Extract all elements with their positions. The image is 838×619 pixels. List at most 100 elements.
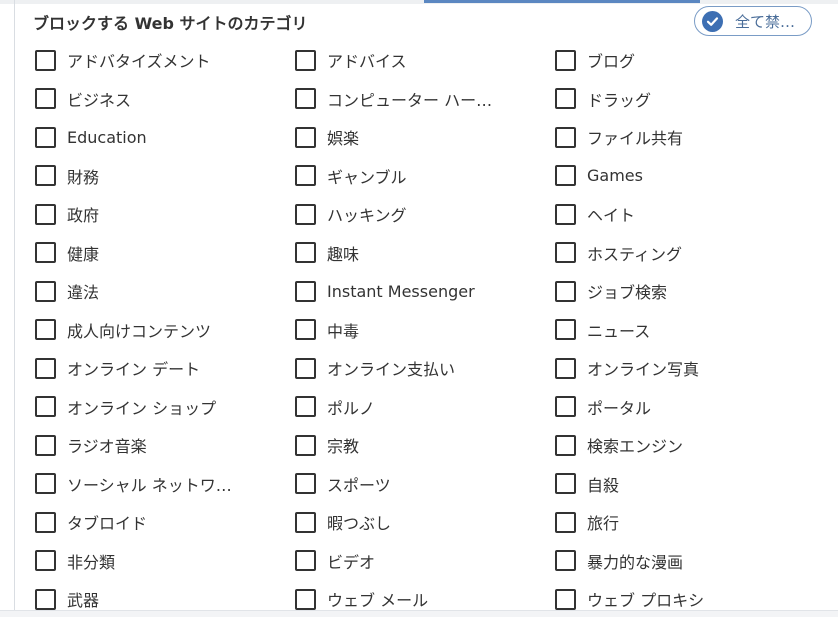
category-checkbox[interactable] [295, 242, 316, 264]
category-checkbox[interactable] [555, 49, 576, 71]
category-option[interactable]: ドラッグ [555, 87, 815, 111]
category-option[interactable]: 政府 [35, 202, 295, 226]
category-checkbox[interactable] [295, 49, 316, 71]
category-option[interactable]: ウェブ プロキシ [555, 587, 815, 611]
category-option[interactable]: ラジオ音楽 [35, 433, 295, 457]
category-checkbox[interactable] [35, 434, 56, 456]
category-checkbox[interactable] [295, 88, 316, 110]
category-checkbox[interactable] [295, 588, 316, 610]
category-option[interactable]: 暴力的な漫画 [555, 549, 815, 573]
category-option[interactable]: ホスティング [555, 241, 815, 265]
category-option[interactable]: 違法 [35, 279, 295, 303]
category-label: Education [67, 127, 147, 147]
category-option[interactable]: 暇つぶし [295, 510, 555, 534]
category-option[interactable]: スポーツ [295, 472, 555, 496]
category-checkbox[interactable] [555, 319, 576, 341]
category-checkbox[interactable] [295, 126, 316, 148]
category-option[interactable]: 検索エンジン [555, 433, 815, 457]
category-checkbox[interactable] [295, 550, 316, 572]
category-option[interactable]: ビデオ [295, 549, 555, 573]
category-option[interactable]: ソーシャル ネットワ… [35, 472, 295, 496]
category-option[interactable]: オンライン写真 [555, 356, 815, 380]
category-checkbox[interactable] [35, 242, 56, 264]
category-checkbox[interactable] [35, 280, 56, 302]
category-option[interactable]: 中毒 [295, 318, 555, 342]
category-option[interactable]: オンライン ショップ [35, 395, 295, 419]
category-option[interactable]: 自殺 [555, 472, 815, 496]
category-checkbox[interactable] [35, 49, 56, 71]
category-option[interactable]: ハッキング [295, 202, 555, 226]
category-option[interactable]: 旅行 [555, 510, 815, 534]
category-label: ポータル [587, 398, 652, 418]
category-option[interactable]: 趣味 [295, 241, 555, 265]
category-checkbox[interactable] [555, 203, 576, 225]
category-option[interactable]: アドバイス [295, 48, 555, 72]
category-checkbox[interactable] [35, 319, 56, 341]
category-option[interactable]: ブログ [555, 48, 815, 72]
category-checkbox[interactable] [555, 242, 576, 264]
category-checkbox[interactable] [555, 434, 576, 456]
category-option[interactable]: オンライン デート [35, 356, 295, 380]
category-option[interactable]: ポルノ [295, 395, 555, 419]
category-label: 財務 [67, 167, 100, 187]
category-checkbox[interactable] [295, 434, 316, 456]
category-checkbox[interactable] [555, 126, 576, 148]
category-option[interactable]: 非分類 [35, 549, 295, 573]
category-option[interactable]: 武器 [35, 587, 295, 611]
category-checkbox[interactable] [555, 280, 576, 302]
category-checkbox[interactable] [295, 396, 316, 418]
category-checkbox[interactable] [295, 165, 316, 187]
category-option[interactable]: ポータル [555, 395, 815, 419]
category-checkbox[interactable] [555, 473, 576, 495]
category-option[interactable]: ファイル共有 [555, 125, 815, 149]
category-option[interactable]: ニュース [555, 318, 815, 342]
category-option[interactable]: タブロイド [35, 510, 295, 534]
category-option[interactable]: Games [555, 165, 815, 187]
category-option[interactable]: ジョブ検索 [555, 279, 815, 303]
category-checkbox[interactable] [295, 473, 316, 495]
category-option[interactable]: アドバタイズメント [35, 48, 295, 72]
category-checkbox[interactable] [295, 511, 316, 533]
category-checkbox[interactable] [555, 357, 576, 379]
category-checkbox[interactable] [555, 396, 576, 418]
category-option[interactable]: 健康 [35, 241, 295, 265]
category-checkbox[interactable] [555, 511, 576, 533]
category-option[interactable]: ギャンブル [295, 164, 555, 188]
category-option[interactable]: 成人向けコンテンツ [35, 318, 295, 342]
category-checkbox[interactable] [35, 126, 56, 148]
category-option[interactable]: Instant Messenger [295, 280, 555, 302]
category-option[interactable]: ウェブ メール [295, 587, 555, 611]
category-label: ヘイト [587, 206, 636, 226]
category-option[interactable]: 娯楽 [295, 125, 555, 149]
category-option[interactable]: Education [35, 126, 295, 148]
category-option[interactable]: ヘイト [555, 202, 815, 226]
category-checkbox[interactable] [555, 165, 576, 187]
category-checkbox[interactable] [295, 319, 316, 341]
category-checkbox[interactable] [35, 396, 56, 418]
category-row: 違法 Instant Messenger ジョブ検索 [35, 272, 825, 311]
category-option[interactable]: ビジネス [35, 87, 295, 111]
category-checkbox[interactable] [555, 588, 576, 610]
block-all-button[interactable]: 全て禁… [694, 6, 812, 36]
category-option[interactable]: コンピューター ハー… [295, 87, 555, 111]
category-checkbox[interactable] [295, 203, 316, 225]
category-checkbox[interactable] [35, 550, 56, 572]
category-checkbox[interactable] [35, 473, 56, 495]
category-checkbox[interactable] [35, 511, 56, 533]
category-option[interactable]: 宗教 [295, 433, 555, 457]
category-checkbox[interactable] [35, 588, 56, 610]
category-option[interactable]: オンライン支払い [295, 356, 555, 380]
category-label: 健康 [67, 244, 100, 264]
category-checkbox[interactable] [555, 88, 576, 110]
category-checkbox[interactable] [295, 280, 316, 302]
category-checkbox[interactable] [555, 550, 576, 572]
category-checkbox[interactable] [35, 203, 56, 225]
block-all-label: 全て禁… [735, 12, 796, 31]
category-checkbox[interactable] [35, 357, 56, 379]
category-checkbox[interactable] [35, 165, 56, 187]
category-option[interactable]: 財務 [35, 164, 295, 188]
category-label: コンピューター ハー… [327, 90, 493, 110]
category-checkbox[interactable] [35, 88, 56, 110]
category-label: 趣味 [327, 244, 360, 264]
category-checkbox[interactable] [295, 357, 316, 379]
